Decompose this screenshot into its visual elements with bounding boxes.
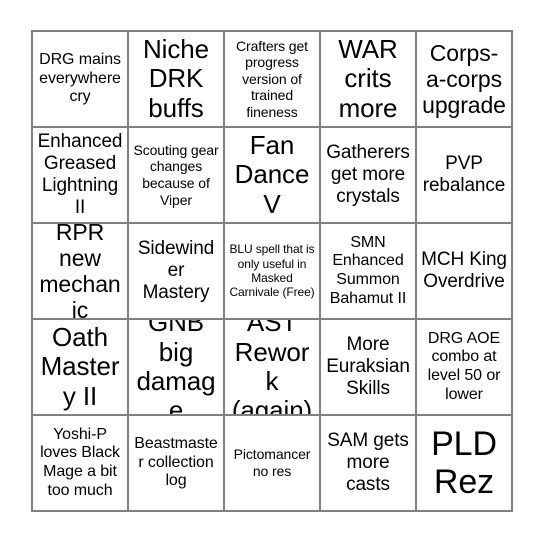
bingo-cell[interactable]: BLU spell that is only useful in Masked … xyxy=(225,224,321,320)
bingo-cell[interactable]: Enhanced Greased Lightning II xyxy=(33,128,129,224)
bingo-cell[interactable]: Scouting gear changes because of Viper xyxy=(129,128,225,224)
bingo-cell-label: PVP rebalance xyxy=(422,153,506,196)
bingo-cell[interactable]: PVP rebalance xyxy=(417,128,513,224)
bingo-cell-label: Beastmaster collection log xyxy=(134,435,218,490)
bingo-cell[interactable]: Crafters get progress version of trained… xyxy=(225,32,321,128)
bingo-cell[interactable]: WAR crits more xyxy=(321,32,417,128)
bingo-cell[interactable]: SAM gets more casts xyxy=(321,416,417,512)
bingo-cell[interactable]: Gatherers get more crystals xyxy=(321,128,417,224)
bingo-cell[interactable]: Pictomancer no res xyxy=(225,416,321,512)
bingo-cell-label: BLU spell that is only useful in Masked … xyxy=(229,242,315,300)
bingo-cell-label: Fan Dance V xyxy=(234,129,310,219)
bingo-cell[interactable]: Yoshi-P loves Black Mage a bit too much xyxy=(33,416,129,512)
bingo-cell-label: RPR new mechanic xyxy=(39,224,121,320)
bingo-cell[interactable]: More Euraksian Skills xyxy=(321,320,417,416)
bingo-cell-label: Yoshi-P loves Black Mage a bit too much xyxy=(40,425,120,499)
bingo-cell-label: Enhanced Greased Lightning II xyxy=(37,131,123,218)
bingo-cell[interactable]: Corps-a-corps upgrade xyxy=(417,32,513,128)
bingo-cell-label: SAM gets more casts xyxy=(327,430,409,495)
bingo-cell[interactable]: RPR new mechanic xyxy=(33,224,129,320)
bingo-cell-label: More Euraksian Skills xyxy=(326,334,410,399)
bingo-cell-label: MCH King Overdrive xyxy=(421,249,507,292)
bingo-cell[interactable]: Beastmaster collection log xyxy=(129,416,225,512)
bingo-cell[interactable]: PLD Rez xyxy=(417,416,513,512)
bingo-cell[interactable]: GNB big damage xyxy=(129,320,225,416)
bingo-cell[interactable]: SMN Enhanced Summon Bahamut II xyxy=(321,224,417,320)
bingo-cell-label: WAR crits more xyxy=(338,33,398,123)
bingo-cell[interactable]: Oath Mastery II xyxy=(33,320,129,416)
bingo-cell-label: SMN Enhanced Summon Bahamut II xyxy=(329,233,407,307)
bingo-cell[interactable]: Niche DRK buffs xyxy=(129,32,225,128)
bingo-cell-label: Niche DRK buffs xyxy=(143,33,209,123)
bingo-cell-label: Pictomancer no res xyxy=(233,446,311,479)
bingo-cell-label: DRG AOE combo at level 50 or lower xyxy=(427,329,501,403)
bingo-cell-label: Crafters get progress version of trained… xyxy=(236,37,308,120)
bingo-cell-label: Corps-a-corps upgrade xyxy=(422,39,506,119)
bingo-cell[interactable]: AST Rework (again) xyxy=(225,320,321,416)
bingo-cell-label: Oath Mastery II xyxy=(40,321,120,411)
bingo-cell-label: DRG mains everywhere cry xyxy=(39,51,121,106)
bingo-cell[interactable]: Sidewinder Mastery xyxy=(129,224,225,320)
bingo-cell[interactable]: DRG mains everywhere cry xyxy=(33,32,129,128)
bingo-cell[interactable]: DRG AOE combo at level 50 or lower xyxy=(417,320,513,416)
bingo-card: DRG mains everywhere cry Niche DRK buffs C… xyxy=(31,30,513,512)
bingo-cell-label: GNB big damage xyxy=(136,320,216,416)
bingo-cell[interactable]: MCH King Overdrive xyxy=(417,224,513,320)
bingo-cell-label: Scouting gear changes because of Viper xyxy=(133,141,219,208)
bingo-cell-label: Gatherers get more crystals xyxy=(326,142,410,207)
bingo-cell-label: Sidewinder Mastery xyxy=(137,238,215,303)
bingo-cell[interactable]: Fan Dance V xyxy=(225,128,321,224)
bingo-cell-label: PLD Rez xyxy=(431,424,497,501)
bingo-cell-label: AST Rework (again) xyxy=(231,320,313,416)
